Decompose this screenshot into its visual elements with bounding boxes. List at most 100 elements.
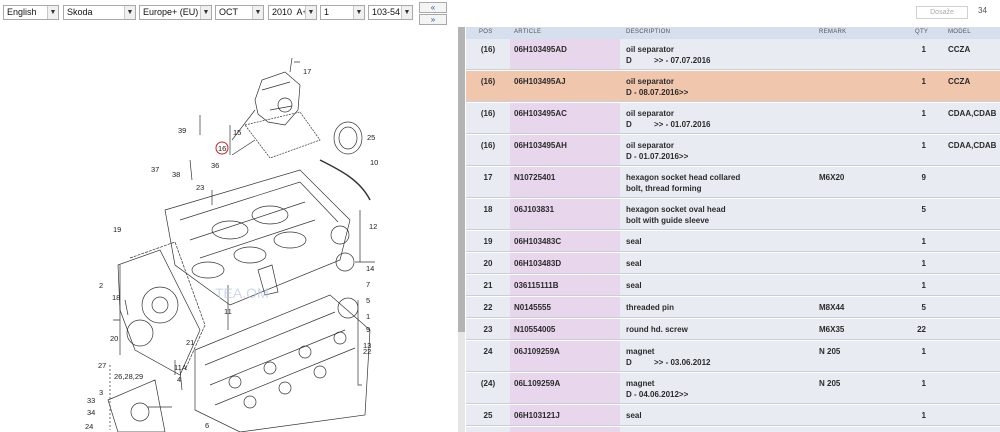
callout-label[interactable]: 24 bbox=[85, 422, 93, 431]
callout-label[interactable]: 12 bbox=[369, 222, 377, 231]
gasket-part[interactable] bbox=[244, 111, 321, 159]
callout-label[interactable]: 1 bbox=[366, 312, 370, 321]
cell-article[interactable]: 06H103483C bbox=[514, 237, 561, 246]
cell-article[interactable]: 06L109259A bbox=[514, 379, 560, 388]
cell-description: magnet bbox=[626, 379, 655, 388]
table-row[interactable]: 20 06H103483D seal 1 bbox=[466, 253, 1000, 274]
header-qty[interactable]: QTY bbox=[915, 29, 928, 35]
year-select[interactable]: 2010 A+ ▼ bbox=[268, 5, 317, 20]
callout-label[interactable]: 6 bbox=[205, 421, 209, 430]
cell-article[interactable]: 06J103831 bbox=[514, 205, 554, 214]
callout-label[interactable]: 34 bbox=[87, 408, 95, 417]
callout-label[interactable]: 26,28,29 bbox=[114, 372, 143, 381]
cell-article[interactable]: N10554005 bbox=[514, 325, 555, 334]
header-pos[interactable]: POS bbox=[479, 29, 493, 35]
cell-description: oil separator bbox=[626, 45, 675, 54]
cell-article[interactable]: 06H103495AH bbox=[514, 141, 567, 150]
cell-article[interactable]: 06H103495AC bbox=[514, 109, 567, 118]
callout-label[interactable]: 5 bbox=[366, 296, 370, 305]
callout-label[interactable]: 15 bbox=[233, 128, 241, 137]
brand-select[interactable]: Skoda ▼ bbox=[63, 5, 136, 20]
cell-description: seal bbox=[626, 411, 642, 420]
table-row[interactable]: (24) 06L109259A magnet N 205 1 D - 04.06.2012… bbox=[466, 373, 1000, 404]
callout-label[interactable]: 3 bbox=[99, 388, 103, 397]
table-row[interactable]: 23 N10554005 round hd. screw M6X35 22 bbox=[466, 319, 1000, 340]
dosale-button[interactable]: Dosaže bbox=[916, 6, 968, 19]
callout-label[interactable]: 16 bbox=[218, 144, 226, 153]
diagram-pane: English ▼ Skoda ▼ Europe+ (EU) ▼ OCT ▼ 2… bbox=[0, 0, 452, 432]
cell-article[interactable]: N10725401 bbox=[514, 173, 555, 182]
table-row[interactable]: 24 06J109259A magnet N 205 1 D >> - 03.06.201… bbox=[466, 341, 1000, 372]
header-model[interactable]: MODEL bbox=[948, 29, 971, 35]
cell-description-detail: bolt, thread forming bbox=[626, 184, 702, 193]
next-button[interactable]: » bbox=[419, 14, 447, 25]
cell-description: magnet bbox=[626, 347, 655, 356]
header-description[interactable]: DESCRIPTION bbox=[626, 29, 670, 35]
callout-label[interactable]: 4 bbox=[177, 375, 181, 384]
region-select[interactable]: Europe+ (EU) ▼ bbox=[139, 5, 212, 20]
language-select[interactable]: English ▼ bbox=[3, 5, 59, 20]
callout-label[interactable]: 38 bbox=[172, 170, 180, 179]
cell-model: CDAA,CDAB bbox=[948, 141, 997, 150]
cell-qty: 5 bbox=[921, 303, 926, 312]
scrollbar-thumb[interactable] bbox=[458, 27, 465, 332]
callout-label[interactable]: 9 bbox=[366, 325, 370, 334]
table-row[interactable]: 21 036115111B seal 1 bbox=[466, 275, 1000, 296]
cylinder-head-part[interactable] bbox=[194, 294, 371, 432]
table-row[interactable]: 17 N10725401 hexagon socket head collared M… bbox=[466, 167, 1000, 198]
cell-article[interactable]: 036115111B bbox=[514, 281, 559, 290]
cell-pos: (24) bbox=[480, 379, 496, 388]
callout-label[interactable]: 37 bbox=[151, 165, 159, 174]
section-select[interactable]: 103-54 ▼ bbox=[368, 5, 413, 20]
callout-label[interactable]: 20 bbox=[110, 334, 118, 343]
cell-article[interactable]: 06J109259A bbox=[514, 347, 560, 356]
vehicle-select[interactable]: OCT ▼ bbox=[215, 5, 264, 20]
callout-label[interactable]: 25 bbox=[367, 133, 375, 142]
header-article[interactable]: ARTICLE bbox=[514, 29, 541, 35]
table-row[interactable]: (16) 06H103495AC oil separator 1 CDAA,CDAB D … bbox=[466, 103, 1000, 134]
callout-label[interactable]: 39 bbox=[178, 126, 186, 135]
callout-label[interactable]: 22 bbox=[363, 347, 371, 356]
prev-button[interactable]: « bbox=[419, 2, 447, 13]
scrollbar[interactable] bbox=[458, 27, 465, 432]
cell-pos: 21 bbox=[483, 281, 493, 290]
callout-label[interactable]: 10 bbox=[370, 158, 378, 167]
callout-label[interactable]: 23 bbox=[196, 183, 204, 192]
group-select[interactable]: 1 ▼ bbox=[320, 5, 365, 20]
callout-label[interactable]: 21 bbox=[186, 338, 194, 347]
callout-label[interactable]: 18 bbox=[112, 293, 120, 302]
timing-cover-part[interactable] bbox=[117, 249, 201, 376]
table-row[interactable]: 2606H103081Eoil strainer1 bbox=[466, 427, 1000, 432]
callout-label[interactable]: 19 bbox=[113, 225, 121, 234]
callout-label[interactable]: 11A bbox=[174, 363, 187, 372]
article-cell-bg bbox=[510, 39, 620, 69]
cell-article[interactable]: N0145555 bbox=[514, 303, 551, 312]
cell-article[interactable]: 06H103483D bbox=[514, 259, 561, 268]
cell-article[interactable]: 06H103495AD bbox=[514, 45, 567, 54]
cell-article[interactable]: 06H103495AJ bbox=[514, 77, 566, 86]
callout-label[interactable]: 33 bbox=[87, 396, 95, 405]
table-row[interactable]: 19 06H103483C seal 1 bbox=[466, 231, 1000, 252]
callout-label[interactable]: 17 bbox=[303, 67, 311, 76]
table-row[interactable]: 18 06J103831 hexagon socket oval head 5 bolt… bbox=[466, 199, 1000, 230]
callout-label[interactable]: 2 bbox=[99, 281, 103, 290]
callout-label[interactable]: 27 bbox=[98, 361, 106, 370]
page-count: 34 bbox=[978, 6, 987, 15]
table-row[interactable]: 22 N0145555 threaded pin M8X44 5 bbox=[466, 297, 1000, 318]
callout-label[interactable]: 36 bbox=[211, 161, 219, 170]
chevron-down-icon: ▼ bbox=[252, 6, 263, 19]
table-row[interactable]: 25 06H103121J seal 1 bbox=[466, 405, 1000, 426]
table-row[interactable]: (16) 06H103495AD oil separator 1 CCZA D >> - … bbox=[466, 39, 1000, 70]
header-remark[interactable]: REMARK bbox=[819, 29, 846, 35]
cell-description: hexagon socket head collared bbox=[626, 173, 741, 182]
cell-pos: 17 bbox=[483, 173, 493, 182]
callout-label[interactable]: 7 bbox=[366, 280, 370, 289]
top-bar: Dosaže 34 bbox=[458, 0, 1000, 25]
cell-article[interactable]: 06H103121J bbox=[514, 411, 560, 420]
callout-label[interactable]: 11 bbox=[224, 307, 232, 316]
table-row[interactable]: (16) 06H103495AJ oil separator 1 CCZA D - 08.… bbox=[466, 71, 1000, 102]
table-row[interactable]: (16) 06H103495AH oil separator 1 CDAA,CDAB D … bbox=[466, 135, 1000, 166]
article-cell-bg bbox=[510, 71, 620, 101]
callout-label[interactable]: 14 bbox=[366, 264, 374, 273]
article-cell-bg bbox=[510, 103, 620, 133]
